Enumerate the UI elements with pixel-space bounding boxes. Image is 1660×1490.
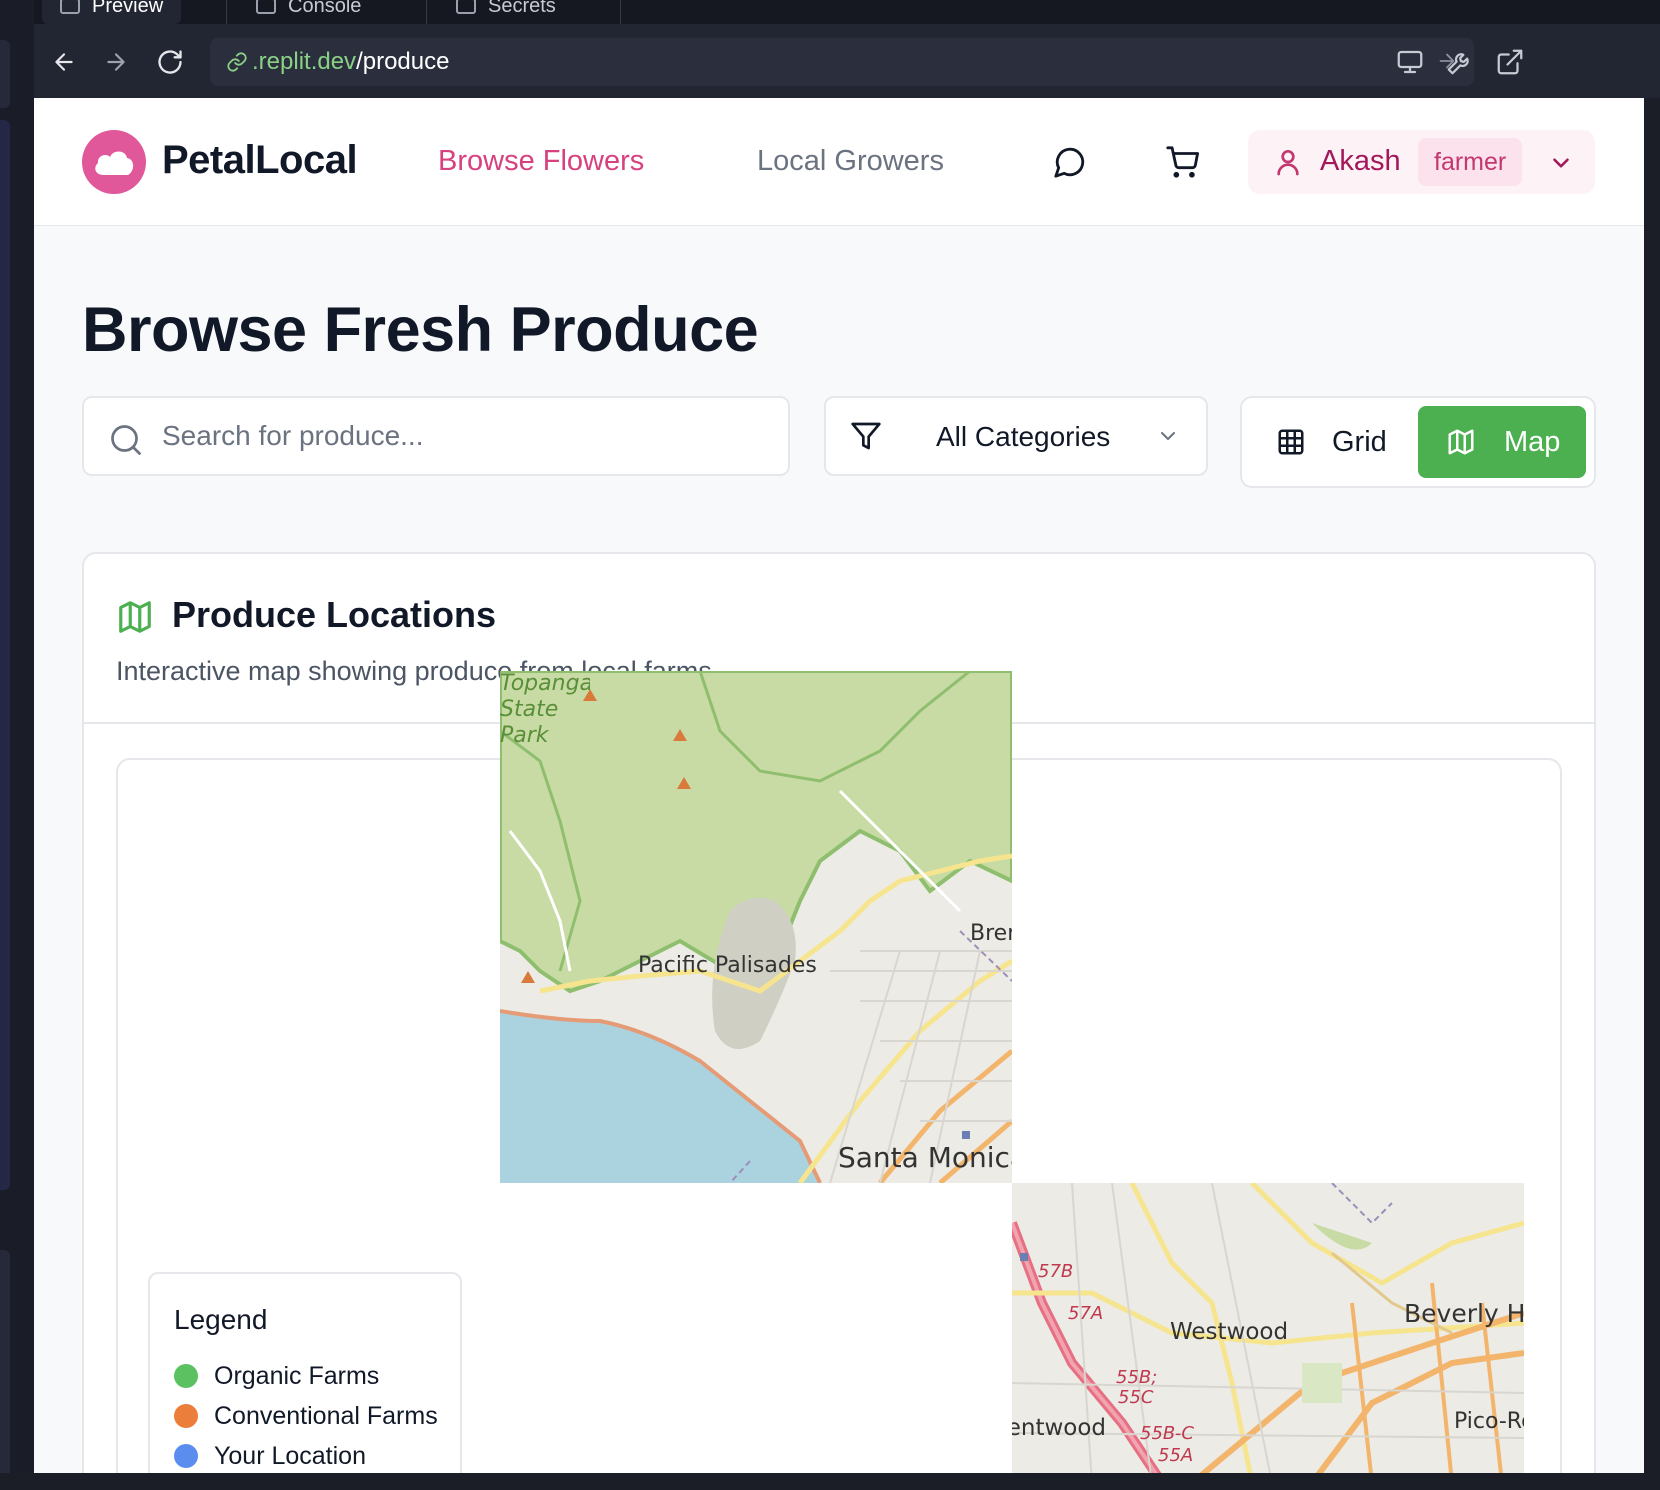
legend-item-conventional: Conventional Farms <box>174 1400 438 1432</box>
window-edge <box>1644 98 1660 1473</box>
search-input[interactable] <box>162 416 762 456</box>
map-label-beverly-hills: Beverly Hills <box>1404 1299 1524 1328</box>
map-tile[interactable]: Topanga State Park Pacific Palisades Bre… <box>500 671 1012 1183</box>
chevron-down-icon <box>1553 158 1569 168</box>
map-label-santa-monica: Santa Monica <box>838 1141 1012 1174</box>
category-select[interactable]: All Categories <box>824 396 1208 476</box>
exit-label: 55B-C <box>1140 1423 1194 1444</box>
tab-bar: Preview Console Secrets <box>34 0 1660 24</box>
devtools-button[interactable] <box>1440 42 1480 82</box>
preview-page: PetalLocal Browse Flowers Local Growers … <box>34 98 1644 1473</box>
window-edge <box>0 1473 1660 1490</box>
legend-label: Organic Farms <box>214 1361 380 1390</box>
shopping-cart-icon <box>1166 146 1199 178</box>
exit-label: 55B; <box>1116 1367 1158 1388</box>
map-label-topanga: Topanga State Park <box>500 671 590 748</box>
tab-console[interactable]: Console <box>238 0 379 24</box>
map-label-brentwood: Brentwood <box>1012 1415 1107 1441</box>
exit-label: 57B <box>1038 1261 1074 1282</box>
view-toggle: Grid Map <box>1240 396 1596 488</box>
nav-local-growers[interactable]: Local Growers <box>757 145 944 178</box>
map-label-pico: Pico-Robertson <box>1454 1409 1524 1434</box>
legend-label: Conventional Farms <box>214 1401 438 1430</box>
tab-label: Secrets <box>488 0 556 17</box>
legend-dot <box>174 1404 198 1428</box>
map-label: Map <box>1504 425 1561 458</box>
map-legend: Legend Organic Farms Conventional Farms … <box>148 1272 462 1473</box>
external-link-icon <box>1497 49 1523 75</box>
messages-button[interactable] <box>1050 142 1090 182</box>
page-title: Browse Fresh Produce <box>82 295 759 365</box>
open-new-tab-button[interactable] <box>1490 42 1530 82</box>
address-bar: .replit.dev/produce <box>34 24 1660 98</box>
tab-label: Console <box>288 0 362 17</box>
nav-browse-flowers[interactable]: Browse Flowers <box>438 145 644 178</box>
legend-item-organic: Organic Farms <box>174 1360 379 1392</box>
filter-icon <box>851 422 881 450</box>
reload-button[interactable] <box>150 42 190 82</box>
url-host: .replit.dev <box>252 48 357 75</box>
search-box <box>82 396 790 476</box>
terminal-icon <box>256 0 276 14</box>
arrow-left-icon <box>55 53 73 71</box>
legend-title: Legend <box>174 1304 268 1335</box>
brand-name[interactable]: PetalLocal <box>162 138 358 183</box>
user-name: Akash <box>1320 145 1401 177</box>
tab-divider <box>426 0 427 24</box>
rail-segment <box>0 120 10 1190</box>
brand-logo[interactable] <box>82 130 146 194</box>
legend-dot <box>174 1444 198 1468</box>
browser-frame: Preview Console Secrets .replit.dev/prod… <box>0 0 1660 1490</box>
arrow-right-icon <box>107 53 125 71</box>
cloud-icon <box>95 151 134 175</box>
map-label-westwood: Westwood <box>1170 1319 1289 1345</box>
monitor-icon <box>1397 50 1423 74</box>
grid-view-button[interactable]: Grid <box>1250 406 1418 478</box>
forward-button[interactable] <box>96 42 136 82</box>
exit-label: 55A <box>1158 1445 1194 1466</box>
devices-button[interactable] <box>1390 42 1430 82</box>
card-title: Produce Locations <box>172 594 497 635</box>
lock-icon <box>456 0 476 14</box>
tab-divider <box>620 0 621 24</box>
reload-icon <box>158 50 182 74</box>
map-tile[interactable]: 57B 57A 55B; 55C 55B-C 55A Westwood Beve… <box>1012 1183 1524 1473</box>
ide-left-rail <box>0 0 34 1490</box>
chat-bubble-icon <box>1054 147 1085 178</box>
map-icon <box>1448 429 1474 455</box>
exit-label: 55C <box>1118 1387 1154 1408</box>
map-view-button[interactable]: Map <box>1418 406 1586 478</box>
search-icon <box>111 425 141 455</box>
wrench-icon <box>1447 53 1469 75</box>
monitor-icon <box>60 0 80 14</box>
url-path: /produce <box>356 48 450 75</box>
user-menu[interactable]: Akash farmer <box>1248 130 1595 194</box>
grid-icon <box>1278 429 1304 455</box>
legend-item-your-location: Your Location <box>174 1440 366 1472</box>
rail-segment <box>0 40 10 108</box>
exit-label: 57A <box>1068 1303 1104 1324</box>
rail-segment <box>0 1250 10 1480</box>
link-icon <box>227 52 247 72</box>
map-icon <box>119 601 151 633</box>
tab-divider <box>226 0 227 24</box>
tab-preview[interactable]: Preview <box>42 0 182 24</box>
back-button[interactable] <box>44 42 84 82</box>
tab-secrets[interactable]: Secrets <box>438 0 574 24</box>
role-badge: farmer <box>1418 138 1523 186</box>
legend-dot <box>174 1364 198 1388</box>
grid-label: Grid <box>1332 425 1387 458</box>
tab-label: Preview <box>92 0 164 17</box>
legend-label: Your Location <box>214 1441 366 1470</box>
category-value: All Categories <box>936 421 1111 452</box>
site-header: PetalLocal Browse Flowers Local Growers … <box>34 98 1644 226</box>
user-icon <box>1277 150 1299 176</box>
chevron-down-icon <box>1161 432 1175 440</box>
cart-button[interactable] <box>1162 142 1202 182</box>
map-label-brentwood: Brentwood <box>970 921 1012 946</box>
map-label-palisades: Pacific Palisades <box>638 953 817 978</box>
url-field[interactable]: .replit.dev/produce <box>210 38 1474 86</box>
